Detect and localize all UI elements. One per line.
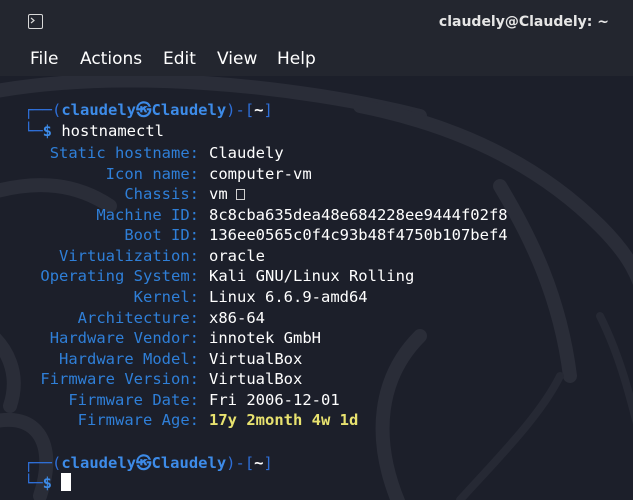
- field-value: VirtualBox: [209, 370, 303, 388]
- prompt-user: claudely: [61, 101, 136, 119]
- field-label: Hardware Model:: [59, 350, 199, 368]
- field-row: Architecture: x86-64: [0, 308, 633, 328]
- terminal-output[interactable]: ┌──(claudely㉿Claudely)-[~] └─$ hostnamec…: [0, 76, 633, 500]
- field-row: Kernel: Linux 6.6.9-amd64: [0, 287, 633, 307]
- command-text: hostnamectl: [61, 122, 164, 140]
- field-row: Chassis: vm: [0, 184, 633, 204]
- prompt-user: claudely: [61, 454, 136, 472]
- field-value: computer-vm: [209, 165, 312, 183]
- prompt-line-1: ┌──(claudely㉿Claudely)-[~]: [24, 101, 273, 119]
- terminal-icon[interactable]: [28, 14, 43, 29]
- field-value: Fri 2006-12-01: [209, 391, 340, 409]
- field-value: Kali GNU/Linux Rolling: [209, 267, 415, 285]
- prompt-host: Claudely: [151, 101, 227, 119]
- field-label: Architecture:: [77, 309, 199, 327]
- field-label: Icon name:: [105, 165, 199, 183]
- field-value: x86-64: [209, 309, 265, 327]
- terminal-window: claudely@Claudely: ~ File Actions Edit V…: [0, 0, 633, 500]
- field-row: Firmware Date: Fri 2006-12-01: [0, 390, 633, 410]
- field-row: Firmware Age: 17y 2month 4w 1d: [0, 410, 633, 430]
- field-row: Operating System: Kali GNU/Linux Rolling: [0, 266, 633, 286]
- field-row: Static hostname: Claudely: [0, 143, 633, 163]
- title-bar: claudely@Claudely: ~: [0, 0, 633, 44]
- field-label: Hardware Vendor:: [49, 329, 199, 347]
- prompt-line-2: ┌──(claudely㉿Claudely)-[~]: [24, 454, 273, 472]
- field-value: Linux 6.6.9-amd64: [209, 288, 368, 306]
- field-row: Hardware Vendor: innotek GmbH: [0, 328, 633, 348]
- field-value: innotek GmbH: [209, 329, 321, 347]
- command-line: └─$ hostnamectl: [24, 122, 164, 140]
- text-cursor: [61, 473, 72, 491]
- field-label: Firmware Age:: [77, 411, 199, 429]
- field-value: Claudely: [209, 144, 284, 162]
- prompt-dir: ~: [254, 101, 264, 119]
- menu-edit[interactable]: Edit: [163, 49, 196, 69]
- field-value: oracle: [209, 247, 265, 265]
- window-title: claudely@Claudely: ~: [438, 14, 609, 30]
- field-row: Boot ID: 136ee0565c0f4c93b48f4750b107bef4: [0, 225, 633, 245]
- field-value: 136ee0565c0f4c93b48f4750b107bef4: [209, 226, 508, 244]
- field-row: Icon name: computer-vm: [0, 164, 633, 184]
- field-row: Hardware Model: VirtualBox: [0, 349, 633, 369]
- field-label: Static hostname:: [49, 144, 199, 162]
- field-label: Virtualization:: [59, 247, 199, 265]
- field-label: Operating System:: [40, 267, 199, 285]
- field-label: Chassis:: [124, 185, 199, 203]
- menu-bar: File Actions Edit View Help: [0, 44, 633, 76]
- field-value: vm: [209, 184, 245, 204]
- field-value: 8c8cba635dea48e684228ee9444f02f8: [209, 206, 508, 224]
- field-value: VirtualBox: [209, 350, 303, 368]
- menu-view[interactable]: View: [217, 49, 257, 69]
- field-label: Machine ID:: [96, 206, 199, 224]
- prompt-host: Claudely: [151, 454, 227, 472]
- field-row: Firmware Version: VirtualBox: [0, 369, 633, 389]
- prompt-dir: ~: [254, 454, 264, 472]
- field-row: Machine ID: 8c8cba635dea48e684228ee9444f0…: [0, 205, 633, 225]
- menu-help[interactable]: Help: [277, 49, 316, 69]
- input-line[interactable]: └─$: [24, 473, 72, 493]
- firmware-age-value: 17y 2month 4w 1d: [209, 411, 359, 429]
- field-label: Firmware Date:: [68, 391, 199, 409]
- menu-file[interactable]: File: [30, 49, 58, 69]
- menu-actions[interactable]: Actions: [80, 49, 142, 69]
- unknown-glyph-icon: [235, 189, 245, 200]
- field-label: Kernel:: [133, 288, 199, 306]
- field-row: Virtualization: oracle: [0, 246, 633, 266]
- field-label: Boot ID:: [124, 226, 199, 244]
- field-label: Firmware Version:: [40, 370, 199, 388]
